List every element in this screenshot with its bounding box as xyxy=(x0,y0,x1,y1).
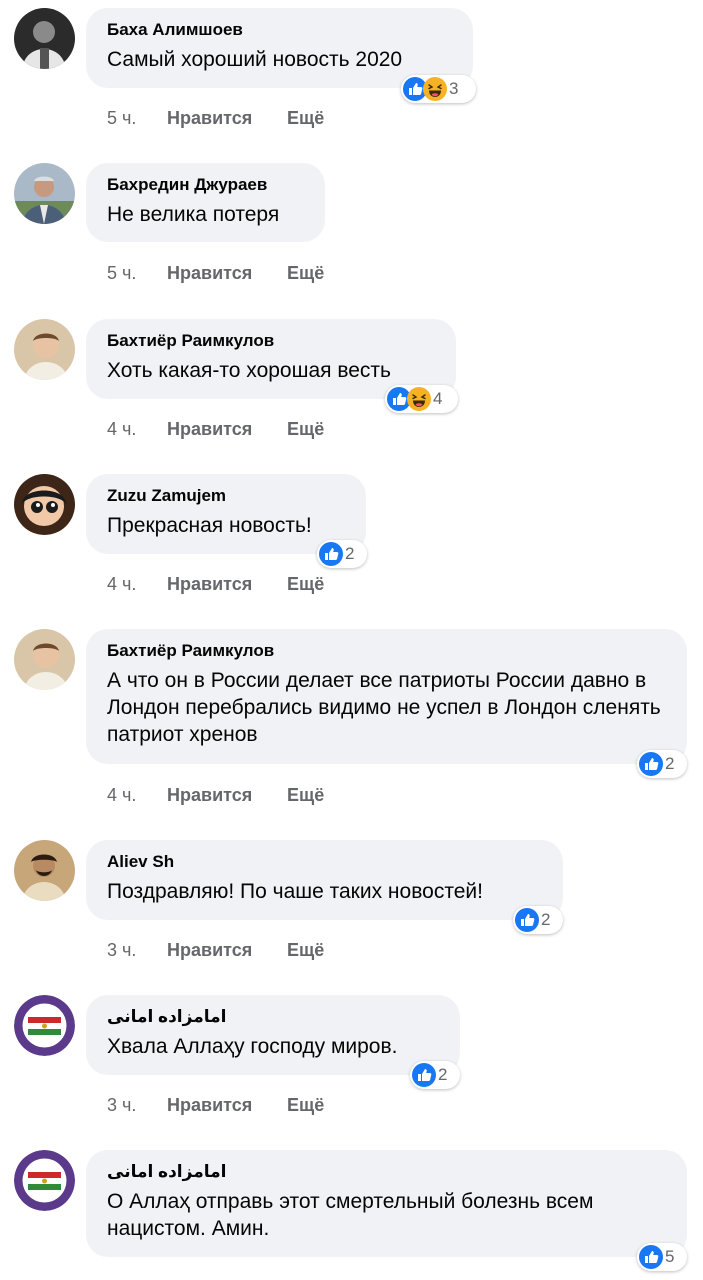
reaction-summary[interactable]: 3 xyxy=(401,75,476,103)
comment-timestamp[interactable]: 5 ч. xyxy=(107,263,167,284)
comment-timestamp[interactable]: 4 ч. xyxy=(107,785,167,806)
comment-timestamp[interactable]: 4 ч. xyxy=(107,574,167,595)
comment-bubble[interactable]: Aliev Sh Поздравляю! По чаше таких новос… xyxy=(86,840,563,920)
comment-text: Хоть какая-то хорошая весть xyxy=(107,359,391,382)
reaction-summary[interactable]: 5 xyxy=(637,1243,687,1271)
comment-bubble[interactable]: Бахредин Джураев Не велика потеря xyxy=(86,163,325,242)
like-button[interactable]: Нравится xyxy=(167,1095,287,1116)
comment-text: Прекрасная новость! xyxy=(107,514,312,537)
like-button[interactable]: Нравится xyxy=(167,108,287,129)
comment-timestamp[interactable]: 5 ч. xyxy=(107,108,167,129)
reaction-count: 2 xyxy=(665,754,675,773)
like-icon xyxy=(515,908,539,932)
comment-author[interactable]: Бахредин Джураев xyxy=(107,175,305,195)
haha-icon xyxy=(407,387,431,411)
avatar[interactable] xyxy=(14,995,75,1056)
reaction-count: 2 xyxy=(438,1065,448,1084)
more-button[interactable]: Ещё xyxy=(287,574,324,595)
avatar[interactable] xyxy=(14,1150,75,1211)
like-button[interactable]: Нравится xyxy=(167,574,287,595)
like-button[interactable]: Нравится xyxy=(167,785,287,806)
comment-author[interactable]: Zuzu Zamujem xyxy=(107,486,346,506)
comment-text: Хвала Аллаҳу господу миров. xyxy=(107,1035,398,1058)
like-icon xyxy=(412,1063,436,1087)
reaction-summary[interactable]: 2 xyxy=(317,540,367,568)
comment-bubble[interactable]: Бахтиёр Раимкулов А что он в России дела… xyxy=(86,629,687,764)
comment-text: О Аллаҳ отправь этот смертельный болезнь… xyxy=(107,1190,594,1240)
more-button[interactable]: Ещё xyxy=(287,419,324,440)
avatar[interactable] xyxy=(14,474,75,535)
reaction-summary[interactable]: 2 xyxy=(513,906,563,934)
reaction-summary[interactable]: 4 xyxy=(385,385,458,413)
comment-timestamp[interactable]: 3 ч. xyxy=(107,940,167,961)
avatar[interactable] xyxy=(14,629,75,690)
like-icon xyxy=(319,542,343,566)
more-button[interactable]: Ещё xyxy=(287,785,324,806)
reaction-count: 2 xyxy=(345,544,355,563)
avatar[interactable] xyxy=(14,319,75,380)
comment-author[interactable]: Бахтиёр Раимкулов xyxy=(107,331,436,351)
reaction-summary[interactable]: 2 xyxy=(637,750,687,778)
reaction-summary[interactable]: 2 xyxy=(410,1061,460,1089)
reaction-count: 3 xyxy=(449,79,459,98)
comment-timestamp[interactable]: 4 ч. xyxy=(107,419,167,440)
comment-text: Не велика потеря xyxy=(107,203,280,226)
comment-author[interactable]: Баха Алимшоев xyxy=(107,20,453,40)
like-button[interactable]: Нравится xyxy=(167,419,287,440)
comment-text: Поздравляю! По чаше таких новостей! xyxy=(107,880,483,903)
comment-author[interactable]: امامزاده امانی xyxy=(107,1007,440,1027)
comment-text: А что он в России делает все патриоты Ро… xyxy=(107,669,661,746)
comment-bubble[interactable]: امامزاده امانی О Аллаҳ отправь этот смер… xyxy=(86,1150,687,1257)
comment-timestamp[interactable]: 3 ч. xyxy=(107,1095,167,1116)
more-button[interactable]: Ещё xyxy=(287,940,324,961)
like-icon xyxy=(639,752,663,776)
more-button[interactable]: Ещё xyxy=(287,263,324,284)
comment-author[interactable]: Aliev Sh xyxy=(107,852,543,872)
comment-bubble[interactable]: امامزاده امانی Хвала Аллаҳу господу миро… xyxy=(86,995,460,1075)
like-icon xyxy=(639,1245,663,1269)
comment-author[interactable]: امامزاده امانی xyxy=(107,1162,667,1182)
haha-icon xyxy=(423,77,447,101)
more-button[interactable]: Ещё xyxy=(287,1095,324,1116)
reaction-count: 4 xyxy=(433,389,443,408)
avatar[interactable] xyxy=(14,163,75,224)
more-button[interactable]: Ещё xyxy=(287,108,324,129)
avatar[interactable] xyxy=(14,840,75,901)
reaction-count: 5 xyxy=(665,1247,675,1266)
comment-text: Самый хороший новость 2020 xyxy=(107,48,403,71)
reaction-count: 2 xyxy=(541,910,551,929)
like-button[interactable]: Нравится xyxy=(167,940,287,961)
like-button[interactable]: Нравится xyxy=(167,263,287,284)
avatar[interactable] xyxy=(14,8,75,69)
comment-author[interactable]: Бахтиёр Раимкулов xyxy=(107,641,667,661)
